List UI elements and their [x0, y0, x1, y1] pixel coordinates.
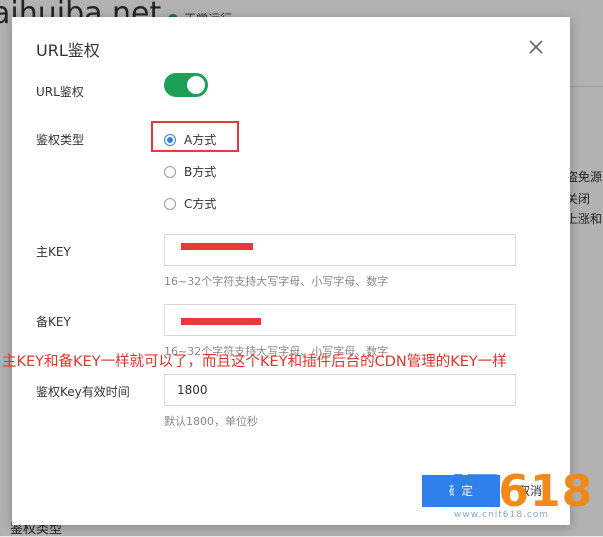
radio-label: B方式 — [184, 165, 217, 179]
url-auth-dialog: URL鉴权 URL鉴权 鉴权类型 A方式 B方式 C方式 主KEY 16~32个… — [12, 17, 570, 525]
radio-label: A方式 — [184, 133, 217, 147]
toggle-knob — [187, 76, 205, 94]
annotation-text: 主KEY和备KEY一样就可以了，而且这个KEY和插件后台的CDN管理的KEY一样 — [2, 354, 507, 370]
watermark: IT618 www.cnit618.com — [450, 470, 593, 521]
dialog-title: URL鉴权 — [36, 41, 100, 60]
auth-type-radio-a[interactable]: A方式 — [164, 131, 216, 148]
primary-key-input[interactable] — [164, 234, 516, 266]
ttl-hint: 默认1800，单位秒 — [164, 415, 258, 428]
primary-key-hint: 16~32个字符支持大写字母、小写字母、数字 — [164, 275, 389, 288]
auth-type-radio-b[interactable]: B方式 — [164, 163, 216, 180]
redaction-mark — [181, 318, 261, 325]
auth-type-radio-c[interactable]: C方式 — [164, 195, 216, 212]
backup-key-input[interactable] — [164, 304, 516, 336]
url-auth-toggle[interactable] — [164, 73, 208, 97]
primary-key-label: 主KEY — [36, 245, 71, 259]
auth-type-label: 鉴权类型 — [36, 133, 85, 147]
radio-label: C方式 — [184, 197, 217, 211]
close-icon[interactable] — [526, 37, 546, 57]
watermark-logo: IT618 — [450, 470, 593, 514]
url-auth-label: URL鉴权 — [36, 85, 84, 99]
redaction-mark — [181, 243, 253, 250]
ttl-label: 鉴权Key有效时间 — [36, 385, 130, 399]
radio-unchecked-icon — [164, 197, 176, 210]
radio-unchecked-icon — [164, 165, 176, 178]
backup-key-label: 备KEY — [36, 315, 71, 329]
ttl-input[interactable]: 1800 — [164, 374, 516, 406]
radio-checked-icon — [164, 133, 176, 146]
